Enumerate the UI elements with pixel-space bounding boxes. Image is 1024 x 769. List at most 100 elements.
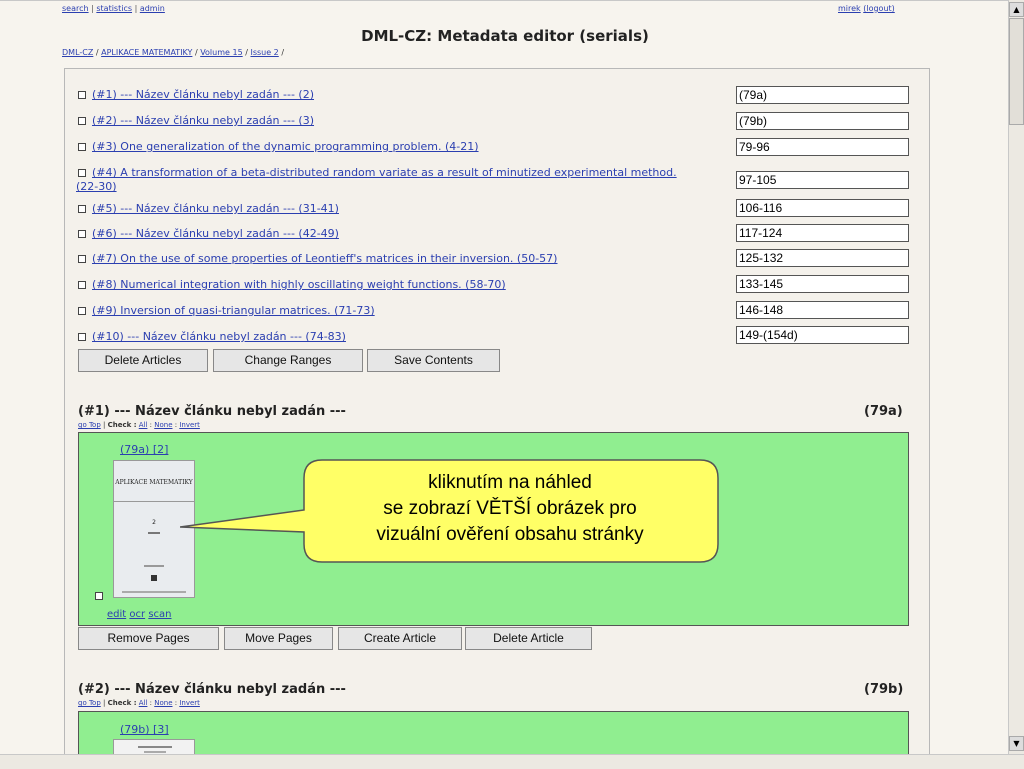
breadcrumb-dmlcz[interactable]: DML-CZ [62, 48, 93, 57]
article-row-10: (#10) --- Název článku nebyl zadán --- (… [78, 330, 346, 343]
range-input-6[interactable]: 117-124 [736, 224, 909, 242]
statistics-link[interactable]: statistics [96, 4, 132, 13]
thumbnail-line [148, 532, 160, 534]
page-checkbox-1[interactable] [95, 592, 103, 600]
callout-line-1: kliknutím na náhled [428, 472, 592, 493]
article-link-1[interactable]: (#1) --- Název článku nebyl zadán --- (2… [92, 88, 314, 101]
range-input-1[interactable]: (79a) [736, 86, 909, 104]
article-link-9[interactable]: (#9) Inversion of quasi-triangular matri… [92, 304, 375, 317]
horizontal-scrollbar[interactable] [0, 754, 1024, 769]
article-link-4-cont[interactable]: (22-30) [76, 180, 117, 193]
article-checkbox-3[interactable] [78, 143, 86, 151]
article-row-4: (#4) A transformation of a beta-distribu… [78, 166, 677, 179]
article-heading-1: (#1) --- Název článku nebyl zadán --- [78, 404, 346, 419]
breadcrumb-volume[interactable]: Volume 15 [200, 48, 242, 57]
delete-articles-button[interactable]: Delete Articles [78, 349, 208, 372]
thumbnail-logo [151, 575, 157, 581]
article-link-6[interactable]: (#6) --- Název článku nebyl zadán --- (4… [92, 227, 339, 240]
vertical-scrollbar[interactable]: ▲ ▼ [1008, 0, 1024, 754]
range-input-8[interactable]: 133-145 [736, 275, 909, 293]
article-checkbox-6[interactable] [78, 230, 86, 238]
go-top-link-2[interactable]: go Top [78, 699, 101, 707]
thumbnail-line [144, 751, 166, 753]
breadcrumb-issue[interactable]: Issue 2 [250, 48, 278, 57]
article-row-8: (#8) Numerical integration with highly o… [78, 278, 506, 291]
callout-text: kliknutím na náhled se zobrazí VĚTŠÍ obr… [310, 470, 710, 548]
delete-article-button[interactable]: Delete Article [465, 627, 592, 650]
article-checkbox-1[interactable] [78, 91, 86, 99]
article-link-8[interactable]: (#8) Numerical integration with highly o… [92, 278, 506, 291]
range-input-2[interactable]: (79b) [736, 112, 909, 130]
check-label-1: Check : [107, 421, 137, 429]
article-range-heading-2: (79b) [864, 682, 904, 697]
check-none-link-1[interactable]: None [154, 421, 172, 429]
scan-link[interactable]: scan [148, 609, 171, 620]
article-range-heading-1: (79a) [864, 404, 903, 419]
admin-link[interactable]: admin [140, 4, 165, 13]
article-checkbox-10[interactable] [78, 333, 86, 341]
remove-pages-button[interactable]: Remove Pages [78, 627, 219, 650]
article-row-9: (#9) Inversion of quasi-triangular matri… [78, 304, 375, 317]
article-checkbox-5[interactable] [78, 205, 86, 213]
user-nav: mirek (logout) [838, 4, 895, 13]
thumbnail-footer [122, 591, 186, 593]
article-tools-2: go Top | Check : All : None : Invert [78, 699, 200, 707]
article-row-6: (#6) --- Název článku nebyl zadán --- (4… [78, 227, 339, 240]
scroll-thumb[interactable] [1009, 18, 1024, 125]
article-checkbox-8[interactable] [78, 281, 86, 289]
article-link-5[interactable]: (#5) --- Název článku nebyl zadán --- (3… [92, 202, 339, 215]
change-ranges-button[interactable]: Change Ranges [213, 349, 363, 372]
check-none-link-2[interactable]: None [154, 699, 172, 707]
logout-link[interactable]: (logout) [863, 4, 895, 13]
article-row-7: (#7) On the use of some properties of Le… [78, 252, 557, 265]
scroll-down-icon[interactable]: ▼ [1009, 736, 1024, 751]
article-tools-1: go Top | Check : All : None : Invert [78, 421, 200, 429]
user-link[interactable]: mirek [838, 4, 861, 13]
edit-link[interactable]: edit [107, 609, 126, 620]
article-checkbox-4[interactable] [78, 169, 86, 177]
range-input-3[interactable]: 79-96 [736, 138, 909, 156]
move-pages-button[interactable]: Move Pages [224, 627, 333, 650]
check-invert-link-2[interactable]: Invert [179, 699, 200, 707]
check-all-link-2[interactable]: All [139, 699, 148, 707]
article-row-4-cont: (22-30) [76, 180, 117, 193]
page-link-1[interactable]: (79a) [2] [120, 443, 168, 456]
page-title: DML-CZ: Metadata editor (serials) [361, 27, 649, 45]
article-link-4[interactable]: (#4) A transformation of a beta-distribu… [92, 166, 677, 179]
article-link-2[interactable]: (#2) --- Název článku nebyl zadán --- (3… [92, 114, 314, 127]
thumbnail-line [138, 746, 172, 748]
search-link[interactable]: search [62, 4, 89, 13]
scroll-up-icon[interactable]: ▲ [1009, 2, 1024, 17]
article-link-7[interactable]: (#7) On the use of some properties of Le… [92, 252, 557, 265]
range-input-10[interactable]: 149-(154d) [736, 326, 909, 344]
range-input-7[interactable]: 125-132 [736, 249, 909, 267]
article-row-2: (#2) --- Název článku nebyl zadán --- (3… [78, 114, 314, 127]
article-row-3: (#3) One generalization of the dynamic p… [78, 140, 479, 153]
callout-line-3: vizuální ověření obsahu stránky [376, 524, 644, 545]
page-actions-1: edit ocr scan [107, 609, 172, 620]
article-heading-2: (#2) --- Název článku nebyl zadán --- [78, 682, 346, 697]
article-link-3[interactable]: (#3) One generalization of the dynamic p… [92, 140, 479, 153]
check-all-link-1[interactable]: All [139, 421, 148, 429]
breadcrumb: DML-CZ / APLIKACE MATEMATIKY / Volume 15… [62, 48, 285, 57]
article-checkbox-7[interactable] [78, 255, 86, 263]
thumbnail-line [144, 565, 164, 567]
ocr-link[interactable]: ocr [129, 609, 145, 620]
article-row-5: (#5) --- Název článku nebyl zadán --- (3… [78, 202, 339, 215]
range-input-9[interactable]: 146-148 [736, 301, 909, 319]
check-invert-link-1[interactable]: Invert [179, 421, 200, 429]
range-input-4[interactable]: 97-105 [736, 171, 909, 189]
page-link-2[interactable]: (79b) [3] [120, 723, 169, 736]
breadcrumb-journal[interactable]: APLIKACE MATEMATIKY [101, 48, 192, 57]
check-label-2: Check : [107, 699, 137, 707]
top-nav: search | statistics | admin [62, 4, 165, 13]
range-input-5[interactable]: 106-116 [736, 199, 909, 217]
callout-line-2: se zobrazí VĚTŠÍ obrázek pro [383, 498, 637, 519]
article-row-1: (#1) --- Název článku nebyl zadán --- (2… [78, 88, 314, 101]
go-top-link-1[interactable]: go Top [78, 421, 101, 429]
create-article-button[interactable]: Create Article [338, 627, 462, 650]
article-checkbox-9[interactable] [78, 307, 86, 315]
save-contents-button[interactable]: Save Contents [367, 349, 500, 372]
article-checkbox-2[interactable] [78, 117, 86, 125]
article-link-10[interactable]: (#10) --- Název článku nebyl zadán --- (… [92, 330, 346, 343]
